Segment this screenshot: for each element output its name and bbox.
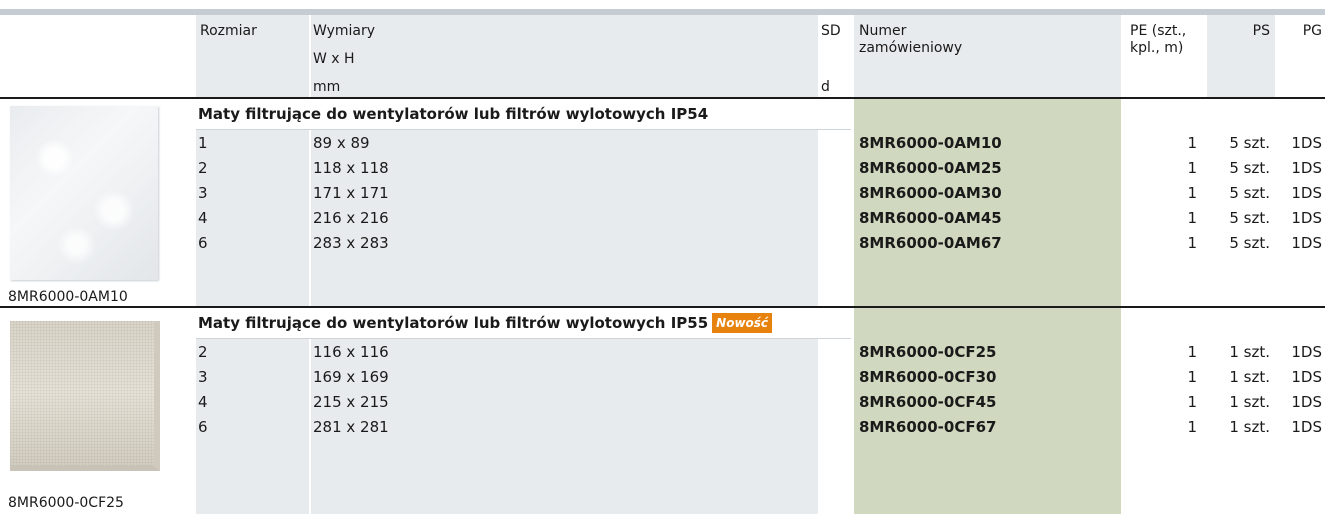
row-pg: 1DS [1291, 209, 1322, 227]
row-dims: 169 x 169 [313, 368, 389, 386]
number-column-shade-2 [854, 308, 1121, 514]
row-size: 2 [198, 159, 208, 177]
row-pg: 1DS [1291, 393, 1322, 411]
row-order-number: 8MR6000-0AM10 [859, 134, 1002, 152]
section-1-title-divider [196, 129, 851, 130]
size-column-shade-2 [196, 339, 309, 514]
size-column-shade-1 [196, 130, 309, 306]
row-ps: 1 szt. [1229, 368, 1270, 386]
filter-mat-ip55-image [10, 321, 160, 471]
header-size: Rozmiar [200, 23, 257, 39]
row-ps: 5 szt. [1229, 134, 1270, 152]
row-order-number: 8MR6000-0AM45 [859, 209, 1002, 227]
row-size: 3 [198, 184, 208, 202]
header-pe-sub: kpl., m) [1130, 40, 1184, 56]
row-size: 6 [198, 234, 208, 252]
row-pe: 1 [1187, 418, 1197, 436]
row-ps: 1 szt. [1229, 393, 1270, 411]
section-1-title: Maty filtrujące do wentylatorów lub filt… [198, 105, 709, 123]
row-ps: 1 szt. [1229, 343, 1270, 361]
header-number-sub: zamówieniowy [859, 40, 963, 56]
row-ps: 5 szt. [1229, 209, 1270, 227]
row-pe: 1 [1187, 134, 1197, 152]
header-pg: PG [1302, 23, 1322, 39]
row-pg: 1DS [1291, 234, 1322, 252]
row-ps: 5 szt. [1229, 159, 1270, 177]
row-dims: 216 x 216 [313, 209, 389, 227]
row-order-number: 8MR6000-0CF45 [859, 393, 997, 411]
header-sd: SD [821, 23, 841, 39]
row-ps: 1 szt. [1229, 418, 1270, 436]
new-badge: Nowość [712, 313, 773, 333]
filter-mat-ip54-image [10, 106, 158, 280]
header-pe: PE (szt., [1130, 23, 1187, 39]
section-2-rule [0, 306, 1325, 308]
section-1-image-caption: 8MR6000-0AM10 [8, 289, 128, 305]
row-size: 2 [198, 343, 208, 361]
row-order-number: 8MR6000-0AM67 [859, 234, 1002, 252]
section-2-title-text: Maty filtrujące do wentylatorów lub filt… [198, 314, 709, 332]
header-dims-sub: W x H [313, 51, 355, 67]
header-ps: PS [1252, 23, 1270, 39]
row-pe: 1 [1187, 234, 1197, 252]
header-dims-unit: mm [313, 79, 341, 95]
row-ps: 5 szt. [1229, 184, 1270, 202]
row-pe: 1 [1187, 184, 1197, 202]
header-sd-unit: d [821, 79, 830, 95]
row-order-number: 8MR6000-0CF30 [859, 368, 997, 386]
row-pe: 1 [1187, 209, 1197, 227]
row-dims: 281 x 281 [313, 418, 389, 436]
row-size: 4 [198, 209, 208, 227]
header-number: Numer [859, 23, 907, 39]
row-dims: 283 x 283 [313, 234, 389, 252]
row-size: 6 [198, 418, 208, 436]
header-dims: Wymiary [313, 23, 376, 39]
row-pg: 1DS [1291, 418, 1322, 436]
row-size: 1 [198, 134, 208, 152]
section-2-title: Maty filtrujące do wentylatorów lub filt… [198, 313, 773, 334]
row-dims: 89 x 89 [313, 134, 370, 152]
row-order-number: 8MR6000-0CF67 [859, 418, 997, 436]
row-pg: 1DS [1291, 368, 1322, 386]
row-pg: 1DS [1291, 184, 1322, 202]
row-pg: 1DS [1291, 343, 1322, 361]
row-order-number: 8MR6000-0AM25 [859, 159, 1002, 177]
row-dims: 171 x 171 [313, 184, 389, 202]
number-column-shade-1 [854, 99, 1121, 306]
row-pe: 1 [1187, 343, 1197, 361]
row-dims: 215 x 215 [313, 393, 389, 411]
section-2-title-divider [196, 338, 851, 339]
section-2-image-caption: 8MR6000-0CF25 [8, 495, 124, 511]
row-pe: 1 [1187, 159, 1197, 177]
row-dims: 116 x 116 [313, 343, 389, 361]
row-pe: 1 [1187, 368, 1197, 386]
row-pg: 1DS [1291, 134, 1322, 152]
dims-column-header-shade [311, 15, 818, 97]
row-order-number: 8MR6000-0AM30 [859, 184, 1002, 202]
row-dims: 118 x 118 [313, 159, 389, 177]
section-1-rule [0, 97, 1325, 99]
row-size: 3 [198, 368, 208, 386]
row-order-number: 8MR6000-0CF25 [859, 343, 997, 361]
row-ps: 5 szt. [1229, 234, 1270, 252]
row-pg: 1DS [1291, 159, 1322, 177]
row-pe: 1 [1187, 393, 1197, 411]
row-size: 4 [198, 393, 208, 411]
